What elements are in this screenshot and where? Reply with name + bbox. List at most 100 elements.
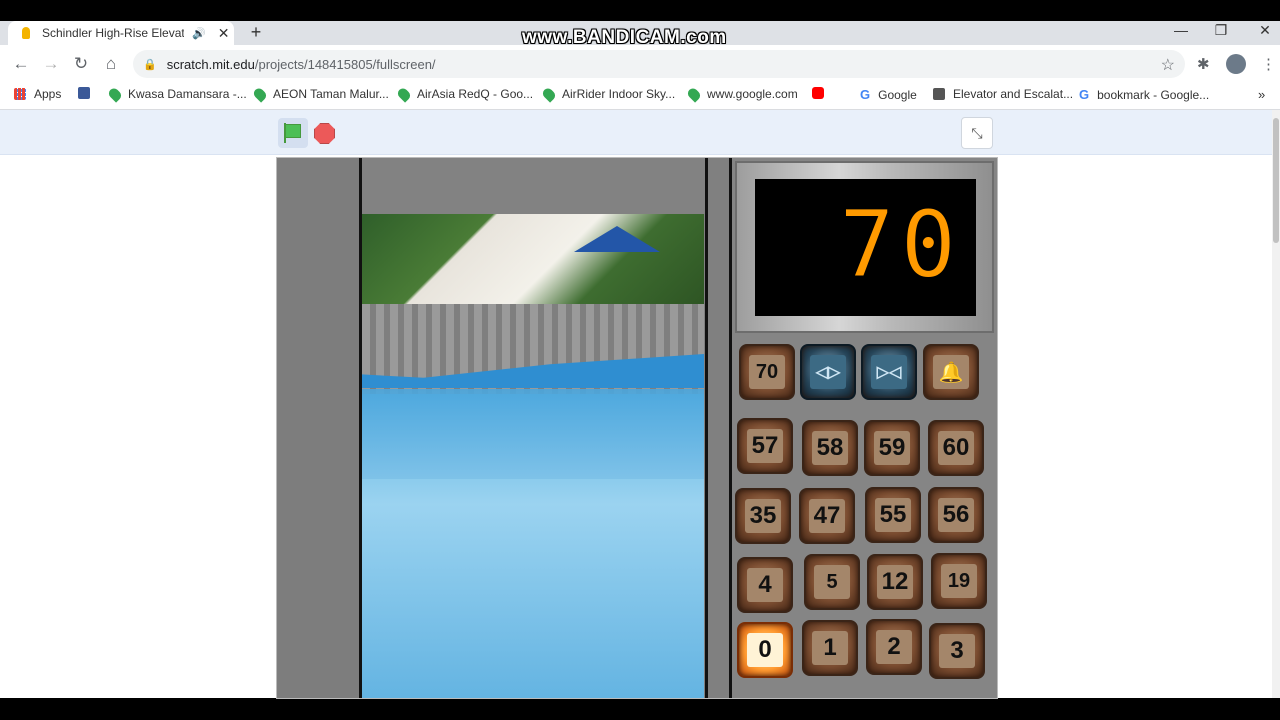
floor-button-0[interactable]: 0 (737, 622, 793, 678)
speaker-icon[interactable]: 🔊 (192, 27, 206, 40)
maps-pin-icon (106, 85, 124, 103)
floor-button-60[interactable]: 60 (928, 420, 984, 476)
floor-button-57[interactable]: 57 (737, 418, 793, 474)
new-tab-button[interactable]: + (246, 21, 266, 45)
maps-pin-icon (685, 85, 703, 103)
bookmark-label: bookmark - Google... (1097, 87, 1210, 102)
bookmark-airrider[interactable]: AirRider Indoor Sky... (540, 85, 676, 103)
floor-button-56[interactable]: 56 (928, 487, 984, 543)
back-arrow-icon[interactable]: ← (10, 53, 32, 75)
floor-button-12[interactable]: 12 (867, 554, 923, 610)
bookmark-label: AirRider Indoor Sky... (562, 87, 676, 101)
button-label: 1 (812, 631, 848, 665)
profile-avatar[interactable] (1226, 54, 1246, 74)
url-path: /projects/148415805/fullscreen/ (254, 56, 436, 72)
elevator-door-right (708, 158, 732, 698)
bookmark-youtube[interactable] (812, 87, 832, 99)
bookmark-label: www.google.com (707, 87, 798, 101)
maps-pin-icon (251, 85, 269, 103)
floor-button-47[interactable]: 47 (799, 488, 855, 544)
bookmark-kwasa[interactable]: Kwasa Damansara -... (106, 85, 247, 103)
bell-icon: 🔔 (933, 355, 969, 389)
bandicam-watermark: www.BANDICAM.com (522, 27, 727, 48)
bookmark-facebook[interactable] (78, 87, 98, 99)
browser-tab-active[interactable]: Schindler High-Rise Elevator 🔊 ✕ (8, 21, 234, 45)
floor-button-2[interactable]: 2 (866, 619, 922, 675)
home-icon[interactable]: ⌂ (100, 53, 122, 75)
elevator-control-panel: 70 70 ◁▷ ▷◁ 🔔 57 58 59 60 35 47 55 56 4 … (732, 158, 997, 698)
bookmark-google[interactable]: G Google (860, 87, 917, 102)
door-close-button[interactable]: ▷◁ (861, 344, 917, 400)
floor-button-19[interactable]: 19 (931, 553, 987, 609)
stop-sign-icon[interactable] (314, 123, 335, 144)
restore-button[interactable]: ❐ (1206, 21, 1236, 41)
minimize-button[interactable]: — (1166, 21, 1196, 41)
green-flag-button[interactable] (278, 118, 308, 148)
google-icon: G (860, 87, 871, 102)
apps-grid-icon (14, 88, 26, 100)
bookmark-label: AirAsia RedQ - Goo... (417, 87, 534, 101)
maps-pin-icon (540, 85, 558, 103)
elevator-header (362, 158, 705, 214)
floor-display: 70 (755, 179, 976, 316)
bookmark-label: AEON Taman Malur... (273, 87, 389, 101)
floor-button-3[interactable]: 3 (929, 623, 985, 679)
button-label: 35 (745, 499, 781, 533)
tab-close-icon[interactable]: ✕ (218, 25, 230, 42)
exit-fullscreen-icon[interactable]: ⤡ (961, 117, 993, 149)
close-window-button[interactable]: ✕ (1250, 21, 1280, 41)
button-label: 19 (941, 564, 977, 598)
more-menu-icon[interactable]: ⋮ (1261, 55, 1276, 73)
floor-button-58[interactable]: 58 (802, 420, 858, 476)
bookmarks-overflow-icon[interactable]: » (1258, 87, 1265, 102)
button-label: 58 (812, 431, 848, 465)
scrollbar-thumb[interactable] (1273, 118, 1279, 243)
button-label: 12 (877, 565, 913, 599)
extensions-puzzle-icon[interactable]: ✱ (1197, 55, 1210, 73)
button-label: 5 (814, 565, 850, 599)
bookmark-google-maps[interactable]: www.google.com (685, 85, 798, 103)
floor-button-1[interactable]: 1 (802, 620, 858, 676)
tab-title: Schindler High-Rise Elevator (42, 26, 184, 40)
bottom-black-band (0, 698, 1280, 720)
scratch-player: ⤡ 70 70 ◁▷ ▷◁ 🔔 57 58 59 60 35 47 55 56 … (0, 110, 1272, 699)
button-label: 0 (747, 633, 783, 667)
floor-button-70[interactable]: 70 (739, 344, 795, 400)
door-open-button[interactable]: ◁▷ (800, 344, 856, 400)
youtube-icon (812, 87, 824, 99)
floor-button-35[interactable]: 35 (735, 488, 791, 544)
bookmark-star-icon[interactable]: ☆ (1161, 55, 1175, 75)
facebook-icon (78, 87, 90, 99)
button-label: 56 (938, 498, 974, 532)
player-controls: ⤡ (0, 110, 1272, 155)
floor-button-5[interactable]: 5 (804, 554, 860, 610)
floor-display-frame: 70 (735, 161, 994, 333)
bookmark-google-bookmark[interactable]: G bookmark - Google... (1079, 87, 1209, 102)
floor-number: 70 (839, 191, 962, 298)
address-bar-row: ← → ↻ ⌂ 🔒 scratch.mit.edu /projects/1484… (0, 47, 1280, 81)
omnibox[interactable]: 🔒 scratch.mit.edu /projects/148415805/fu… (133, 50, 1185, 78)
alarm-bell-button[interactable]: 🔔 (923, 344, 979, 400)
button-label: 60 (938, 431, 974, 465)
button-label: 3 (939, 634, 975, 668)
bookmark-apps[interactable]: Apps (14, 87, 61, 101)
bookmark-label: Apps (34, 87, 62, 101)
floor-button-55[interactable]: 55 (865, 487, 921, 543)
bookmark-label: Kwasa Damansara -... (128, 87, 247, 101)
button-label: 47 (809, 499, 845, 533)
google-icon: G (1079, 87, 1090, 102)
reload-icon[interactable]: ↻ (70, 53, 92, 75)
bookmark-elevator[interactable]: Elevator and Escalat... (933, 87, 1073, 101)
bookmark-aeon[interactable]: AEON Taman Malur... (251, 85, 389, 103)
forward-arrow-icon[interactable]: → (40, 53, 62, 75)
bookmark-airasia[interactable]: AirAsia RedQ - Goo... (395, 85, 534, 103)
page-scrollbar[interactable] (1272, 110, 1280, 698)
project-stage[interactable]: 70 70 ◁▷ ▷◁ 🔔 57 58 59 60 35 47 55 56 4 … (276, 157, 998, 699)
bookmarks-bar: Apps Kwasa Damansara -... AEON Taman Mal… (0, 81, 1280, 110)
lock-icon: 🔒 (143, 58, 157, 71)
floor-button-4[interactable]: 4 (737, 557, 793, 613)
door-open-icon: ◁▷ (810, 355, 846, 389)
floor-button-59[interactable]: 59 (864, 420, 920, 476)
page-icon (933, 88, 945, 100)
villa-trees (362, 214, 704, 309)
